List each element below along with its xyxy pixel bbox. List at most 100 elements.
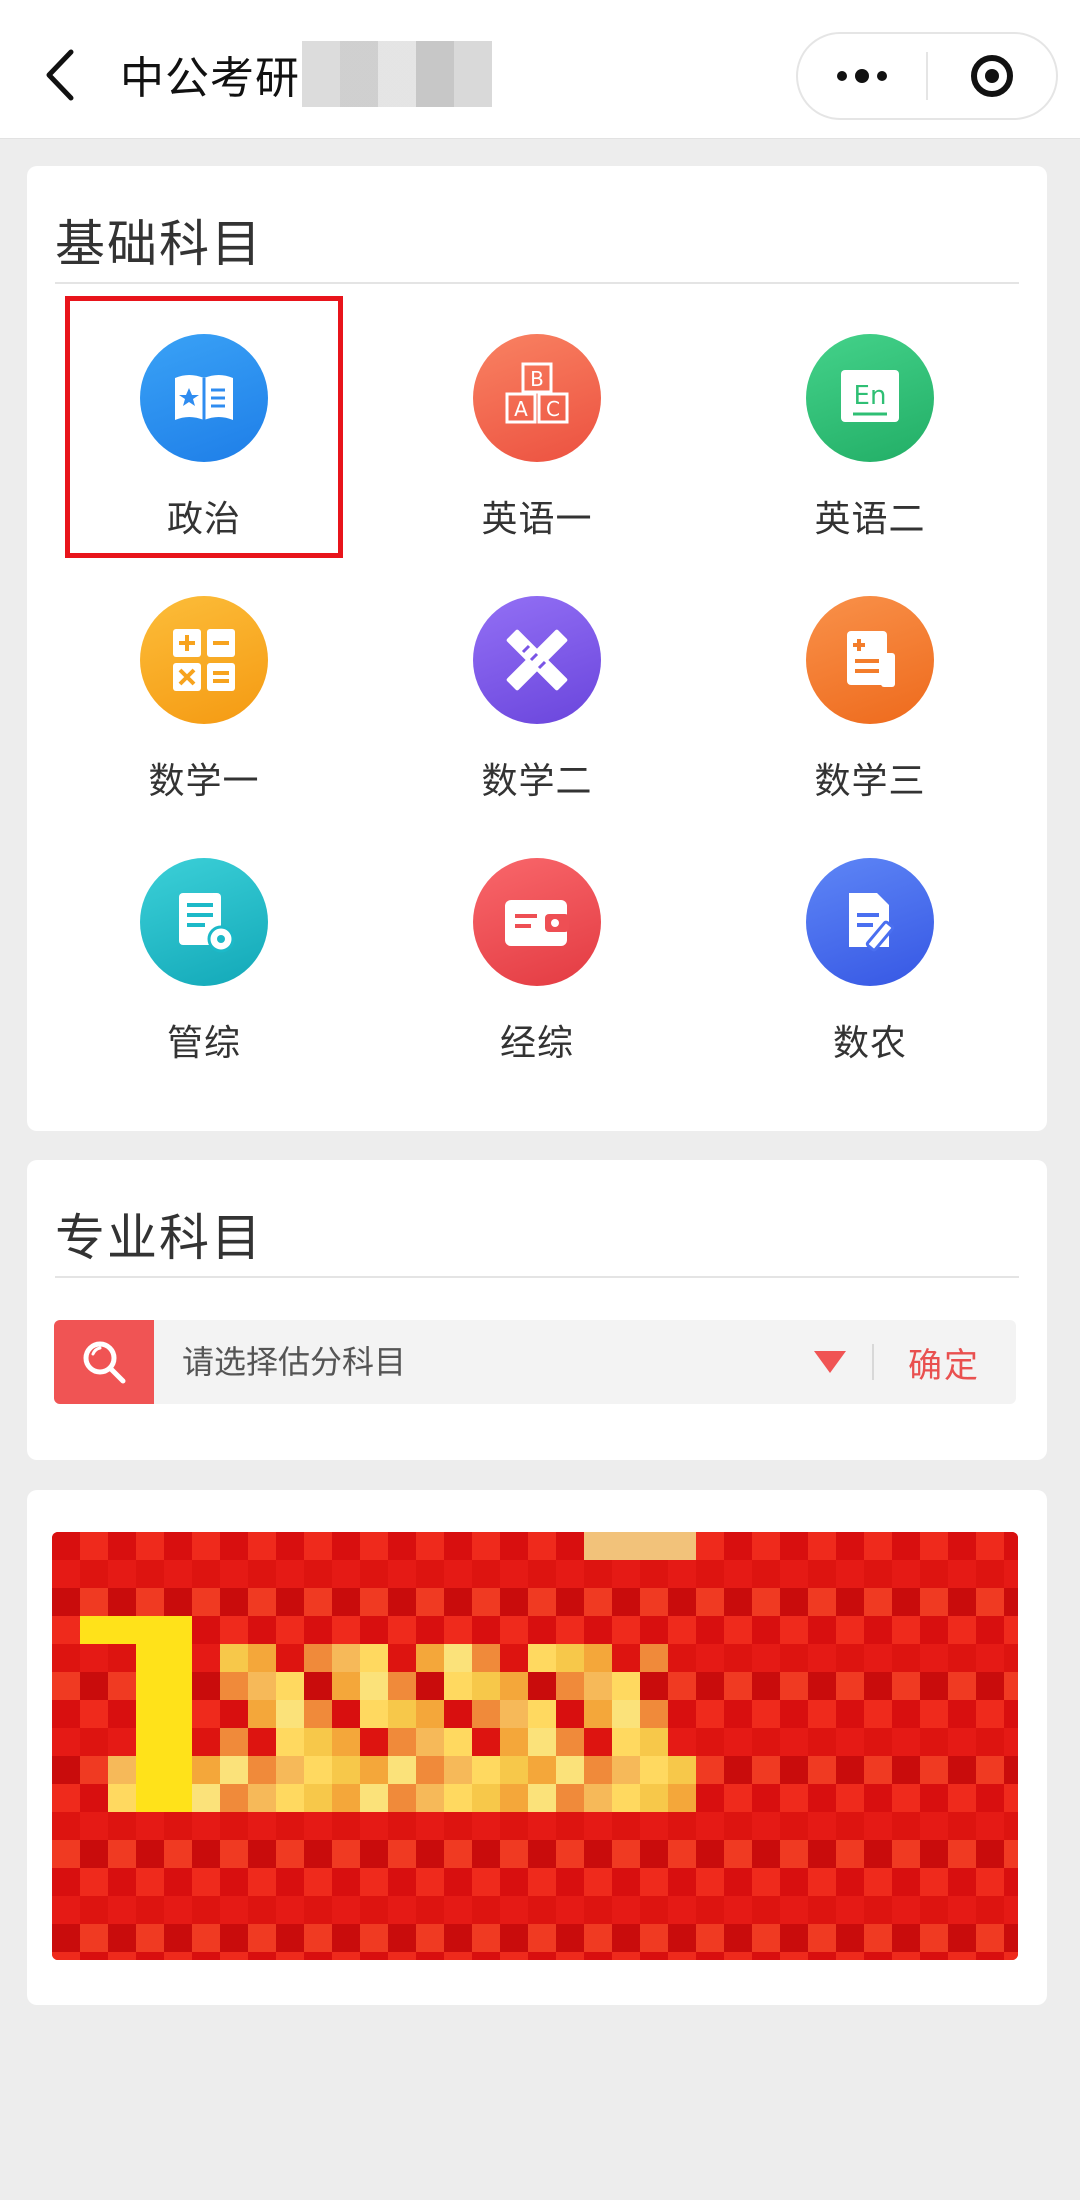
banner-mosaic-cell — [892, 1644, 920, 1672]
banner-mosaic-cell — [276, 1924, 304, 1952]
banner-mosaic-cell — [1004, 1532, 1018, 1560]
banner-mosaic-cell — [556, 1952, 584, 1960]
banner-mosaic-cell — [808, 1644, 836, 1672]
banner-mosaic-cell — [612, 1532, 640, 1560]
banner-mosaic-cell — [724, 1784, 752, 1812]
subject-politics[interactable]: 政治 — [74, 306, 334, 546]
banner-mosaic-cell — [864, 1896, 892, 1924]
banner-mosaic-cell — [976, 1812, 1004, 1840]
banner-mosaic-cell — [752, 1728, 780, 1756]
dropdown-arrow-icon[interactable] — [814, 1351, 846, 1373]
banner-mosaic-cell — [444, 1756, 472, 1784]
banner-mosaic-cell — [724, 1868, 752, 1896]
banner-mosaic-cell — [724, 1532, 752, 1560]
banner-mosaic-cell — [52, 1868, 80, 1896]
banner-mosaic-cell — [584, 1868, 612, 1896]
banner-mosaic-cell — [948, 1952, 976, 1960]
search-icon — [83, 1341, 126, 1384]
banner-mosaic-cell — [920, 1924, 948, 1952]
subject-label: 数农 — [832, 1023, 907, 1064]
back-button[interactable] — [30, 40, 90, 110]
subject-english-2[interactable]: En 英语二 — [740, 306, 1000, 546]
promo-banner-image[interactable] — [52, 1532, 1018, 1960]
more-button[interactable] — [798, 34, 926, 118]
banner-mosaic-cell — [136, 1924, 164, 1952]
banner-mosaic-cell — [696, 1616, 724, 1644]
banner-mosaic-cell — [836, 1644, 864, 1672]
banner-mosaic-cell — [136, 1868, 164, 1896]
banner-mosaic-cell — [332, 1728, 360, 1756]
banner-mosaic-cell — [136, 1672, 164, 1700]
banner-mosaic-cell — [864, 1952, 892, 1960]
banner-mosaic-cell — [276, 1560, 304, 1588]
banner-mosaic-cell — [584, 1756, 612, 1784]
banner-mosaic-cell — [920, 1868, 948, 1896]
banner-mosaic-cell — [640, 1588, 668, 1616]
banner-mosaic-cell — [1004, 1924, 1018, 1952]
banner-mosaic-cell — [696, 1952, 724, 1960]
banner-mosaic-cell — [696, 1700, 724, 1728]
banner-mosaic-cell — [500, 1924, 528, 1952]
subject-select-input[interactable] — [154, 1319, 814, 1405]
banner-mosaic-cell — [724, 1644, 752, 1672]
banner-mosaic-cell — [528, 1532, 556, 1560]
banner-mosaic-cell — [556, 1616, 584, 1644]
search-button[interactable] — [54, 1320, 154, 1404]
subject-agri-math[interactable]: 数农 — [740, 830, 1000, 1070]
banner-mosaic-cell — [332, 1616, 360, 1644]
subject-math-2[interactable]: 数学二 — [407, 568, 667, 808]
banner-mosaic-cell — [248, 1700, 276, 1728]
banner-mosaic-cell — [976, 1896, 1004, 1924]
banner-mosaic-cell — [332, 1560, 360, 1588]
banner-mosaic-cell — [1004, 1616, 1018, 1644]
banner-mosaic-cell — [52, 1560, 80, 1588]
banner-mosaic-cell — [304, 1616, 332, 1644]
banner-mosaic-cell — [80, 1532, 108, 1560]
banner-mosaic-cell — [752, 1924, 780, 1952]
banner-mosaic-cell — [332, 1924, 360, 1952]
banner-mosaic-cell — [52, 1700, 80, 1728]
banner-mosaic-cell — [304, 1560, 332, 1588]
banner-mosaic-cell — [52, 1672, 80, 1700]
banner-mosaic-cell — [52, 1924, 80, 1952]
subject-economics[interactable]: 经综 — [407, 830, 667, 1070]
banner-mosaic-cell — [752, 1896, 780, 1924]
banner-mosaic-cell — [472, 1728, 500, 1756]
banner-mosaic-cell — [920, 1728, 948, 1756]
confirm-button[interactable]: 确定 — [908, 1338, 980, 1387]
banner-mosaic-cell — [136, 1840, 164, 1868]
banner-mosaic-cell — [360, 1616, 388, 1644]
subject-math-1[interactable]: 数学一 — [74, 568, 334, 808]
banner-mosaic-cell — [752, 1840, 780, 1868]
banner-mosaic-cell — [276, 1840, 304, 1868]
banner-mosaic-cell — [724, 1616, 752, 1644]
banner-mosaic-cell — [836, 1588, 864, 1616]
banner-mosaic-cell — [500, 1868, 528, 1896]
banner-mosaic-cell — [164, 1672, 192, 1700]
banner-mosaic-cell — [808, 1616, 836, 1644]
banner-mosaic-cell — [976, 1672, 1004, 1700]
banner-mosaic-cell — [528, 1840, 556, 1868]
banner-mosaic-cell — [892, 1896, 920, 1924]
banner-mosaic-cell — [892, 1840, 920, 1868]
banner-mosaic-cell — [920, 1616, 948, 1644]
banner-mosaic-cell — [584, 1616, 612, 1644]
banner-mosaic-cell — [248, 1616, 276, 1644]
banner-mosaic-cell — [80, 1812, 108, 1840]
subject-english-1[interactable]: B A C 英语一 — [407, 306, 667, 546]
banner-mosaic-cell — [752, 1532, 780, 1560]
banner-mosaic-cell — [220, 1700, 248, 1728]
banner-mosaic-cell — [248, 1784, 276, 1812]
banner-mosaic-cell — [304, 1896, 332, 1924]
banner-mosaic-cell — [248, 1672, 276, 1700]
banner-mosaic-cell — [556, 1896, 584, 1924]
banner-mosaic-cell — [976, 1728, 1004, 1756]
subject-math-3[interactable]: 数学三 — [740, 568, 1000, 808]
banner-mosaic-cell — [220, 1532, 248, 1560]
banner-mosaic-cell — [388, 1644, 416, 1672]
close-button[interactable] — [928, 34, 1056, 118]
banner-mosaic-cell — [948, 1784, 976, 1812]
banner-mosaic-cell — [920, 1896, 948, 1924]
banner-mosaic-cell — [360, 1728, 388, 1756]
subject-management[interactable]: 管综 — [74, 830, 334, 1070]
